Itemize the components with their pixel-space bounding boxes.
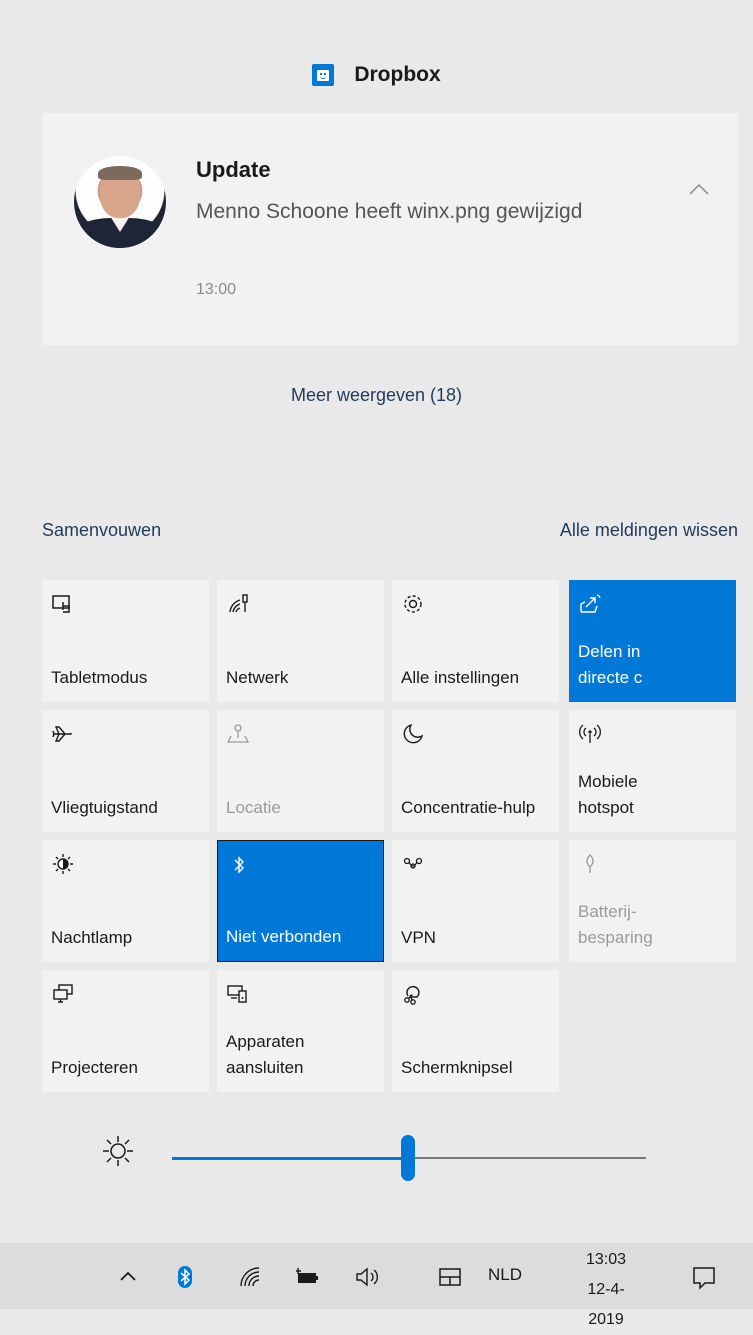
tile-label: VPN [401, 928, 436, 947]
brightness-slider-track[interactable] [409, 1157, 646, 1159]
tile-label: Batterij-besparing [578, 902, 653, 947]
brightness-icon [103, 1136, 133, 1166]
avatar [74, 156, 166, 248]
night-light-icon [53, 854, 73, 874]
brightness-slider-thumb[interactable] [401, 1135, 415, 1181]
airplane-icon [52, 726, 72, 742]
moon-icon [403, 723, 424, 744]
tile-batterijbesparing[interactable]: Batterij-besparing [569, 840, 736, 962]
bluetooth-tray-icon[interactable] [171, 1263, 199, 1291]
notification-time: 13:00 [196, 281, 237, 298]
show-more-link[interactable]: Meer weergeven (18) [0, 385, 753, 406]
clock[interactable]: 13:03 12-4-2019 [573, 1245, 639, 1335]
tile-bluetooth[interactable]: Niet verbonden [217, 840, 384, 962]
wifi-icon[interactable] [236, 1263, 264, 1291]
action-row: Samenvouwen Alle meldingen wissen [42, 520, 738, 550]
tile-label: Niet verbonden [226, 927, 342, 946]
settings-gear-icon [404, 595, 422, 613]
tile-label: Vliegtuigstand [51, 798, 158, 817]
notification-body: Menno Schoone heeft winx.png gewijzigd [196, 200, 583, 223]
tile-tabletmodus[interactable]: Tabletmodus [42, 580, 209, 702]
tile-netwerk[interactable]: Netwerk [217, 580, 384, 702]
vpn-icon [403, 857, 423, 869]
tile-label: Alle instellingen [401, 668, 520, 687]
tile-label: Projecteren [51, 1058, 138, 1077]
hotspot-icon [579, 724, 601, 743]
chevron-up-icon[interactable] [688, 179, 710, 201]
tile-projecteren[interactable]: Projecteren [42, 970, 209, 1092]
tile-label: Apparaten aansluiten [226, 1032, 305, 1077]
volume-icon[interactable] [353, 1263, 381, 1291]
chevron-up-icon[interactable] [114, 1263, 142, 1291]
tile-label: Netwerk [226, 668, 289, 687]
tile-vpn[interactable]: VPN [392, 840, 559, 962]
connect-devices-icon [227, 985, 247, 1003]
clear-all-link[interactable]: Alle meldingen wissen [560, 520, 738, 541]
language-indicator[interactable]: NLD [488, 1265, 522, 1285]
touch-keyboard-icon[interactable] [436, 1263, 464, 1291]
tile-nachtlamp[interactable]: Nachtlamp [42, 840, 209, 962]
tile-delen-in-directe[interactable]: Delen in directe c [569, 580, 736, 702]
tile-alle-instellingen[interactable]: Alle instellingen [392, 580, 559, 702]
tile-schermknipsel[interactable]: Schermknipsel [392, 970, 559, 1092]
bluetooth-icon [234, 856, 244, 874]
tile-label: Schermknipsel [401, 1058, 513, 1077]
tile-label: Nachtlamp [51, 928, 133, 947]
share-icon [580, 594, 601, 613]
tile-apparaten-aansluiten[interactable]: Apparaten aansluiten [217, 970, 384, 1092]
tile-label: Concentratie-hulp [401, 798, 536, 817]
collapse-link[interactable]: Samenvouwen [42, 520, 161, 541]
battery-icon[interactable] [293, 1263, 321, 1291]
tile-vliegtuigstand[interactable]: Vliegtuigstand [42, 710, 209, 832]
brightness-slider-fill [172, 1157, 409, 1160]
app-header: Dropbox [0, 55, 753, 95]
tile-locatie[interactable]: Locatie [217, 710, 384, 832]
battery-saver-icon [586, 854, 594, 873]
taskbar: NLD 13:03 12-4-2019 [0, 1243, 753, 1328]
dropbox-icon [312, 64, 335, 86]
tile-label: Tabletmodus [51, 668, 148, 687]
action-center-icon[interactable] [690, 1263, 718, 1291]
tile-label: Delen in directe c [578, 642, 643, 687]
clock-time: 13:03 [585, 1251, 627, 1268]
app-name: Dropbox [354, 63, 441, 86]
tile-label: Locatie [226, 798, 281, 817]
location-icon [226, 724, 250, 743]
tile-concentratiehulp[interactable]: Concentratie-hulp [392, 710, 559, 832]
network-icon [229, 594, 248, 613]
screen-snip-icon [404, 985, 420, 1005]
tile-label: Mobiele hotspot [578, 772, 638, 817]
clock-date: 12-4-2019 [587, 1281, 625, 1328]
notification-card[interactable]: Update Menno Schoone heeft winx.png gewi… [42, 113, 738, 345]
tablet-mode-icon [52, 595, 70, 613]
tile-mobiele-hotspot[interactable]: Mobiele hotspot [569, 710, 736, 832]
project-icon [53, 984, 73, 1003]
notification-title: Update [196, 157, 271, 182]
